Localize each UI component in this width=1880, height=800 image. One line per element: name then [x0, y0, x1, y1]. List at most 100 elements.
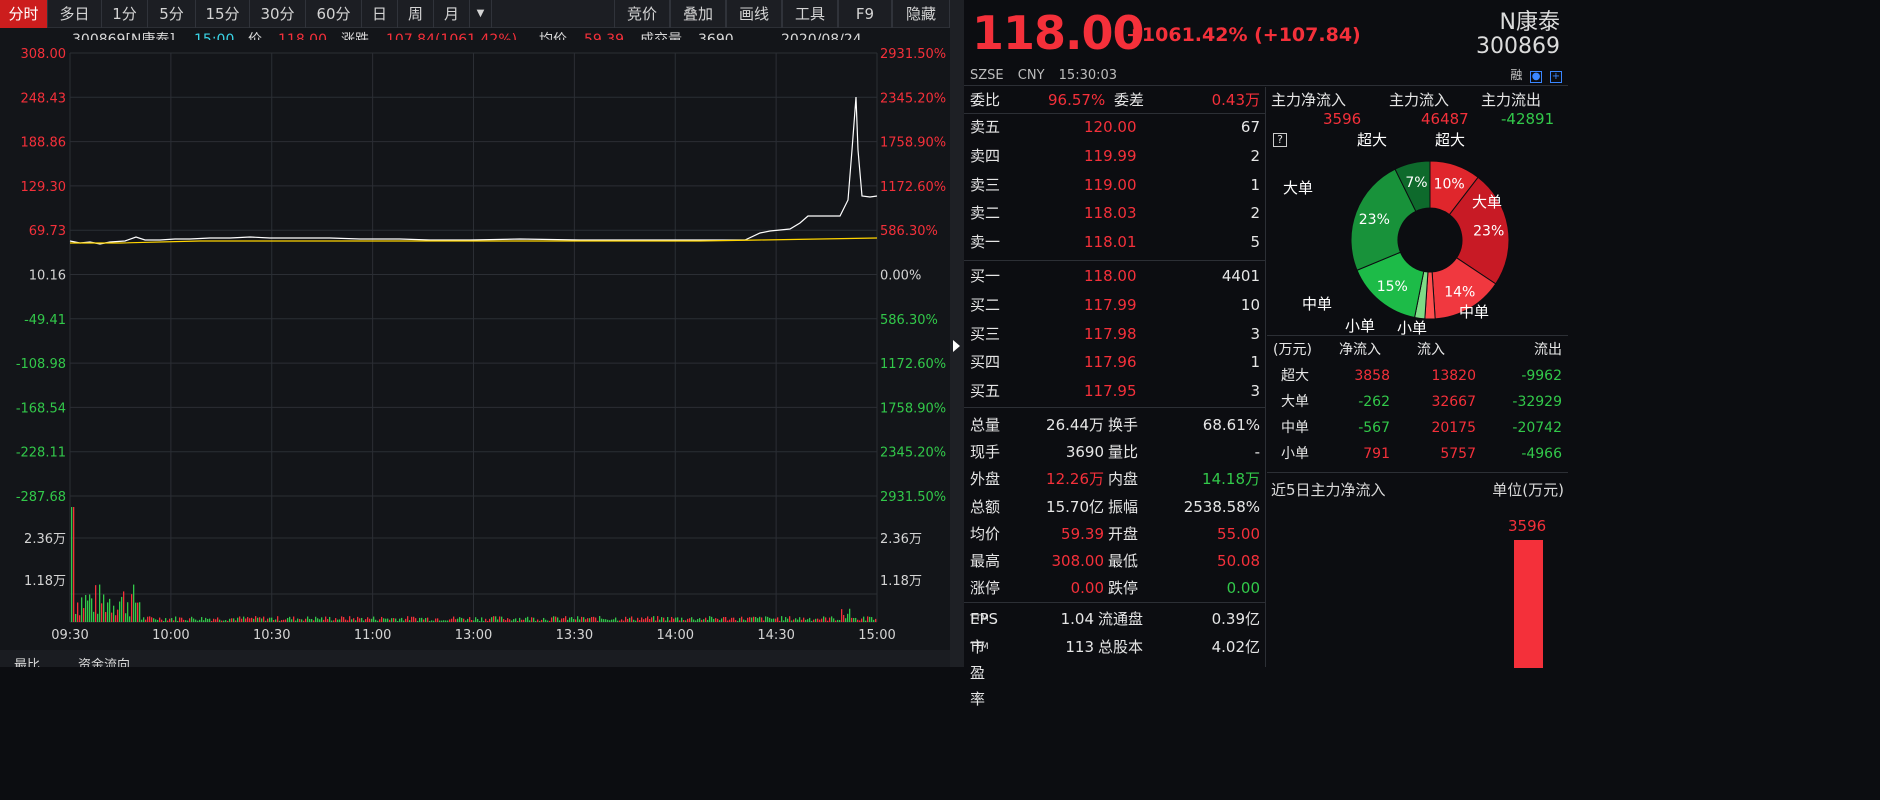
- vol-bar: [591, 616, 593, 622]
- sells-label-1: 卖四: [970, 146, 1001, 165]
- tab-1[interactable]: 多日: [48, 0, 102, 28]
- tab-3[interactable]: 5分: [148, 0, 196, 28]
- tab-6[interactable]: 60分: [306, 0, 362, 28]
- vol-bar: [107, 602, 109, 622]
- vol-bar: [835, 620, 837, 622]
- panel-toggle[interactable]: [950, 0, 964, 667]
- vol-bar: [133, 584, 135, 622]
- vol-bar: [153, 618, 155, 622]
- vol-bar: [247, 617, 249, 622]
- time-tick-7: 14:30: [757, 628, 794, 643]
- tab-7[interactable]: 日: [362, 0, 398, 28]
- vol-bar: [723, 616, 725, 622]
- toolbar-5[interactable]: 隐藏: [892, 0, 950, 28]
- price-tick-5: 10.16: [29, 269, 66, 284]
- vol-bar: [781, 616, 783, 622]
- sells-row-3: 卖二 118.03 2: [964, 200, 1266, 226]
- vol-bar: [379, 619, 381, 622]
- vol-bar: [165, 618, 167, 622]
- vol-bar: [415, 618, 417, 622]
- toolbar-1[interactable]: 叠加: [670, 0, 726, 28]
- vol-bar: [349, 616, 351, 622]
- tab-8[interactable]: 周: [398, 0, 434, 28]
- vol-bar: [491, 617, 493, 622]
- bell-icon[interactable]: ●: [1530, 71, 1543, 83]
- flow-sep: [1267, 335, 1568, 336]
- flow-row-name-1: 大单: [1281, 394, 1309, 410]
- add-icon[interactable]: +: [1550, 71, 1562, 83]
- toolbar-3[interactable]: 工具: [782, 0, 838, 28]
- margin-icon[interactable]: 融: [1510, 66, 1522, 83]
- sells-price-0: 120.00: [1084, 118, 1137, 136]
- vol-bar: [853, 617, 855, 622]
- vol-bar: [527, 616, 529, 622]
- vol-bar: [679, 620, 681, 622]
- tab-5[interactable]: 30分: [250, 0, 306, 28]
- vol-bar: [303, 620, 305, 622]
- vol-bar: [439, 620, 441, 622]
- sells-label-3: 卖二: [970, 204, 1001, 223]
- vol-bar: [815, 618, 817, 622]
- vol-bar: [617, 620, 619, 622]
- tab-0[interactable]: 分时: [0, 0, 48, 28]
- buys-vol-1: 10: [1240, 295, 1260, 314]
- price-change: +1061.42% (+107.84): [1126, 24, 1361, 46]
- vol-bar: [811, 620, 813, 622]
- chart-bg: [0, 40, 950, 650]
- vol-bar: [77, 602, 79, 622]
- vol-bar: [293, 616, 295, 622]
- vol-bar: [295, 620, 297, 622]
- weicha-value: 0.43万: [1211, 91, 1260, 109]
- vol-bar: [97, 613, 99, 622]
- stat-v1-4: 59.39: [1061, 524, 1104, 543]
- vol-bar: [285, 619, 287, 622]
- vol-bar: [137, 602, 139, 622]
- bottom-tab-0[interactable]: 最比: [14, 654, 40, 667]
- vol-bar: [799, 617, 801, 622]
- vol-bar: [759, 616, 761, 622]
- vol-bar: [563, 618, 565, 622]
- vol-bar: [545, 619, 547, 622]
- vol-bar: [649, 619, 651, 622]
- intraday-chart[interactable]: 09:30 10:00 10:30 11:00 13:00 13:30 14:00 14:30…: [0, 40, 950, 650]
- vol-bar: [695, 620, 697, 622]
- sep-2: [964, 260, 1266, 261]
- stat-l2-3: 振幅: [1108, 497, 1139, 516]
- pe-value: 113: [1065, 638, 1094, 656]
- vol-bar: [183, 619, 185, 622]
- toolbar-4[interactable]: F9: [838, 0, 892, 28]
- toolbar-2[interactable]: 画线: [726, 0, 782, 28]
- vol-bar: [375, 619, 377, 622]
- buys-label-2: 买三: [970, 324, 1001, 343]
- vol-bar: [749, 617, 751, 622]
- tab-2[interactable]: 1分: [102, 0, 148, 28]
- stock-name: N康泰: [1499, 10, 1560, 35]
- vol-bar: [671, 616, 673, 622]
- flow-row-net-0: 3858: [1354, 368, 1390, 384]
- buys-price-1: 117.99: [1084, 295, 1137, 314]
- vol-bar: [727, 620, 729, 622]
- vol-bar: [833, 618, 835, 622]
- collapse-arrow-icon[interactable]: [953, 340, 960, 352]
- stat-v2-4: 55.00: [1217, 524, 1260, 543]
- tab-9[interactable]: 月: [434, 0, 470, 28]
- vol-bar: [423, 619, 425, 622]
- toolbar-0[interactable]: 竞价: [614, 0, 670, 28]
- vol-bar: [287, 618, 289, 622]
- stock-code: 300869: [1476, 34, 1560, 59]
- bottom-tab-1[interactable]: 资金流向: [78, 654, 130, 667]
- vol-bar: [765, 616, 767, 622]
- vol-bar: [573, 619, 575, 622]
- tab-dropdown-icon[interactable]: ▼: [470, 0, 492, 28]
- stat-v2-2: 14.18万: [1202, 470, 1260, 489]
- vol-bar: [111, 612, 113, 622]
- vol-bar: [157, 619, 159, 622]
- vol-bar: [851, 617, 853, 622]
- vol-bar: [207, 618, 209, 622]
- vol-bar: [427, 617, 429, 622]
- vol-bar: [847, 613, 849, 622]
- vol-bar: [199, 619, 201, 622]
- vol-bar: [429, 620, 431, 622]
- vol-bar: [347, 620, 349, 622]
- tab-4[interactable]: 15分: [196, 0, 250, 28]
